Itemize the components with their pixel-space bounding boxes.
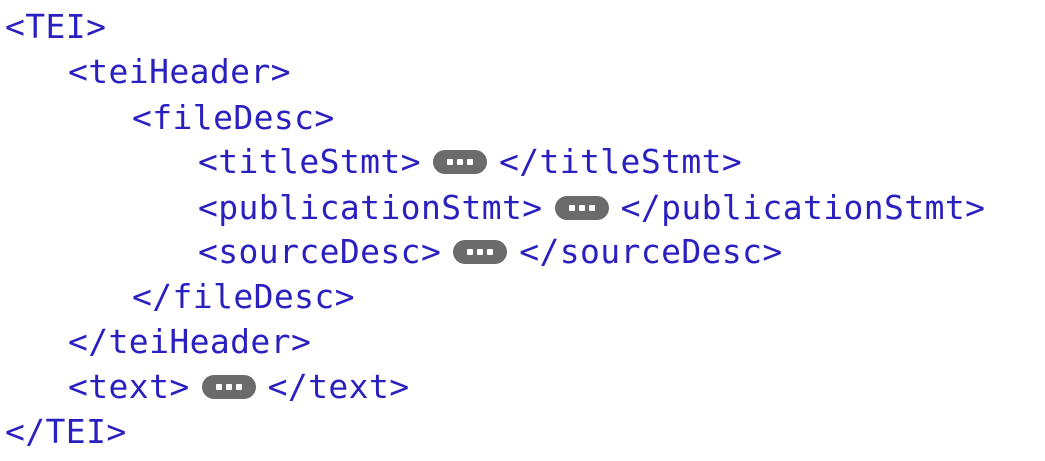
line-filedesc-close: </fileDesc> <box>0 274 355 319</box>
ellipsis-dot <box>466 158 473 165</box>
sourcedesc-open-tag[interactable]: <sourceDesc> <box>198 229 441 274</box>
xml-editor: <TEI> <teiHeader> <fileDesc> <titleStmt>… <box>0 0 1045 461</box>
line-text: <text> </text> <box>0 364 409 409</box>
ellipsis-icon[interactable] <box>432 149 487 174</box>
ellipsis-dot <box>568 204 575 211</box>
text-open-tag[interactable]: <text> <box>68 364 190 409</box>
ellipsis-dot <box>588 204 595 211</box>
ellipsis-dot <box>215 383 222 390</box>
filedesc-close-tag[interactable]: </fileDesc> <box>132 274 355 319</box>
ellipsis-dot <box>456 158 463 165</box>
tei-close-tag[interactable]: </TEI> <box>5 409 127 454</box>
filedesc-open-tag[interactable]: <fileDesc> <box>132 95 335 140</box>
ellipsis-dot <box>467 248 474 255</box>
line-teiheader-open: <teiHeader> <box>0 49 291 94</box>
line-titlestmt: <titleStmt> </titleStmt> <box>0 139 742 184</box>
publicationstmt-open-tag[interactable]: <publicationStmt> <box>198 185 543 230</box>
teiheader-close-tag[interactable]: </teiHeader> <box>68 319 311 364</box>
titlestmt-close-tag[interactable]: </titleStmt> <box>499 139 742 184</box>
teiheader-open-tag[interactable]: <teiHeader> <box>68 49 291 94</box>
line-tei-open: <TEI> <box>0 4 106 49</box>
ellipsis-dot <box>487 248 494 255</box>
titlestmt-open-tag[interactable]: <titleStmt> <box>198 139 421 184</box>
line-filedesc-open: <fileDesc> <box>0 95 335 140</box>
ellipsis-icon[interactable] <box>201 374 256 399</box>
ellipsis-icon[interactable] <box>453 239 508 264</box>
sourcedesc-close-tag[interactable]: </sourceDesc> <box>519 229 782 274</box>
ellipsis-icon[interactable] <box>554 195 609 220</box>
line-publicationstmt: <publicationStmt> </publicationStmt> <box>0 185 985 230</box>
line-teiheader-close: </teiHeader> <box>0 319 311 364</box>
text-close-tag[interactable]: </text> <box>268 364 410 409</box>
line-tei-close: </TEI> <box>0 409 127 454</box>
ellipsis-dot <box>578 204 585 211</box>
publicationstmt-close-tag[interactable]: </publicationStmt> <box>621 185 986 230</box>
ellipsis-dot <box>225 383 232 390</box>
line-sourcedesc: <sourceDesc> </sourceDesc> <box>0 229 783 274</box>
ellipsis-dot <box>446 158 453 165</box>
ellipsis-dot <box>477 248 484 255</box>
tei-open-tag[interactable]: <TEI> <box>5 4 106 49</box>
ellipsis-dot <box>235 383 242 390</box>
